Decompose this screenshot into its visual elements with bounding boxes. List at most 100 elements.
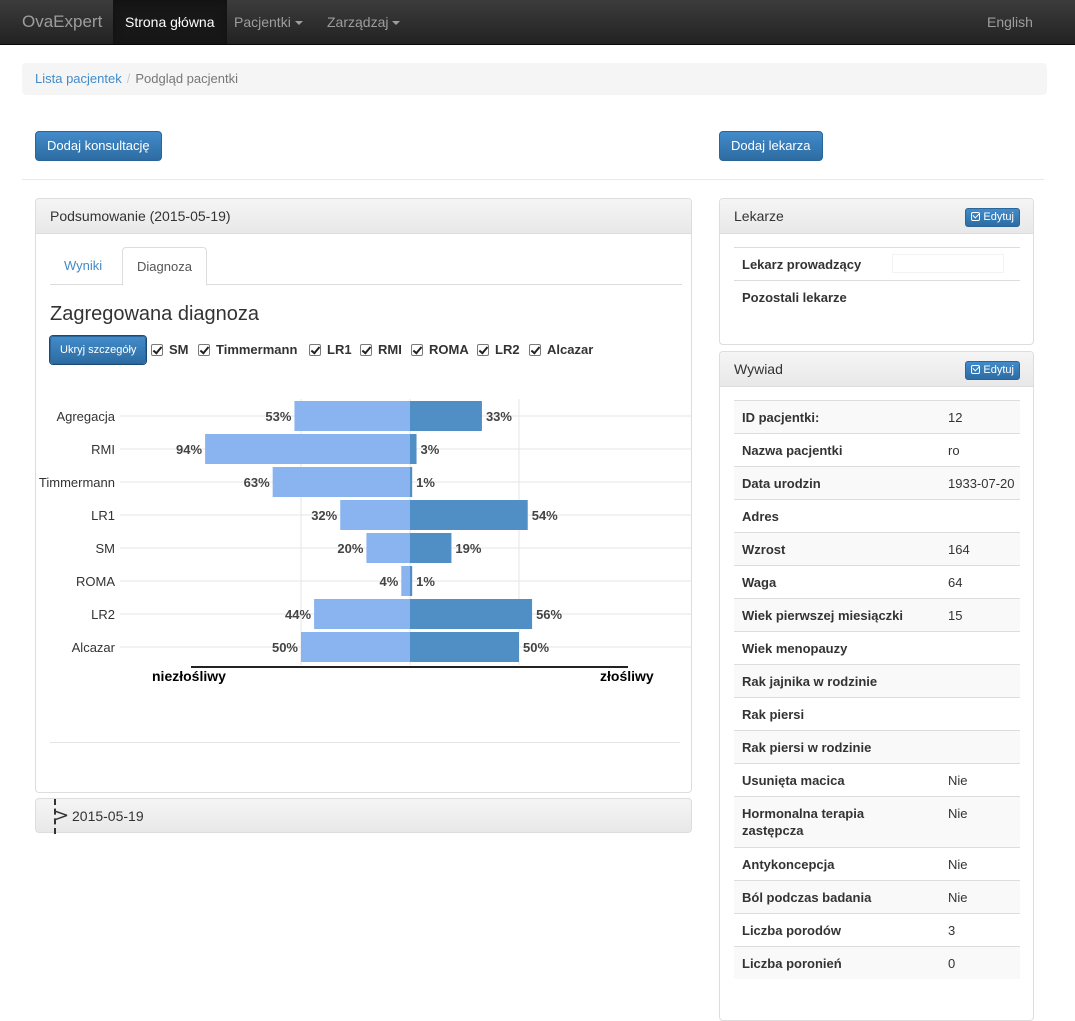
edit-icon: [971, 212, 981, 221]
bar-benign: [205, 434, 410, 464]
interview-row-key: Rak piersi w rodzinie: [742, 740, 872, 755]
axis-label-malignant: złośliwy: [600, 668, 654, 684]
doctors-panel: Lekarze Edytuj Lekarz prowadzący Pozosta…: [719, 198, 1034, 345]
language-switch[interactable]: English: [975, 0, 1045, 44]
lead-doctor-value: [892, 254, 1004, 273]
add-doctor-button[interactable]: Dodaj lekarza: [719, 131, 823, 161]
consultation-history-item[interactable]: > 2015-05-19: [35, 798, 692, 834]
interview-row-key: Rak piersi: [742, 707, 805, 722]
doctor-row-key: Pozostali lekarze: [742, 290, 847, 305]
add-consultation-button[interactable]: Dodaj konsultację: [35, 131, 162, 161]
data-label-malignant: 33%: [486, 409, 512, 424]
interview-row: Ból podczas badania Nie: [734, 880, 1020, 913]
interview-row: Liczba poronień 0: [734, 946, 1020, 979]
bar-benign: [401, 566, 410, 596]
nav-patients-dropdown[interactable]: Pacjentki: [222, 0, 315, 44]
consultation-date: 2015-05-19: [72, 808, 144, 824]
interview-row: Usunięta macica Nie: [734, 763, 1020, 796]
interview-row-value: 64: [948, 575, 963, 590]
interview-row: Wzrost 164: [734, 532, 1020, 565]
interview-row-value: Nie: [948, 857, 968, 872]
data-label-benign: 20%: [337, 541, 363, 556]
edit-interview-button[interactable]: Edytuj: [965, 361, 1020, 380]
bar-benign: [366, 533, 410, 563]
data-label-benign: 63%: [244, 475, 270, 490]
interview-row: Wiek menopauzy: [734, 631, 1020, 664]
interview-row: Wiek pierwszej miesiączki 15: [734, 598, 1020, 631]
doctor-row-key: Lekarz prowadzący: [742, 257, 862, 272]
axis-label-benign: niezłośliwy: [152, 668, 226, 684]
interview-row-value: ro: [948, 443, 960, 458]
data-label-benign: 4%: [379, 574, 398, 589]
category-label: SM: [96, 541, 116, 556]
diagnosis-chart: Agregacja 53% 33% RMI 94% 3% Timmermann 63% 1% LR…: [39, 399, 691, 684]
interview-heading: Wywiad Edytuj: [720, 352, 1033, 387]
nav-home[interactable]: Strona główna: [113, 0, 227, 44]
interview-row-key: Hormonalna terapia zastępcza: [742, 806, 865, 838]
data-label-malignant: 19%: [455, 541, 481, 556]
interview-row-value: Nie: [948, 890, 968, 905]
data-label-malignant: 3%: [421, 442, 440, 457]
interview-row-key: Antykoncepcja: [742, 857, 835, 872]
interview-row: Hormonalna terapia zastępcza Nie: [734, 796, 1020, 847]
caret-down-icon: [392, 21, 401, 26]
interview-row-key: Liczba poronień: [742, 956, 842, 971]
doctors-heading: Lekarze Edytuj: [720, 199, 1033, 234]
category-label: ROMA: [76, 574, 115, 589]
interview-row: Rak piersi w rodzinie: [734, 730, 1020, 763]
interview-row-value: 1933-07-20: [948, 476, 1015, 491]
bar-malignant: [410, 566, 413, 596]
top-navbar: OvaExpert Strona główna Pacjentki Zarząd…: [0, 0, 1075, 45]
edit-interview-label: Edytuj: [983, 364, 1014, 376]
data-label-malignant: 56%: [536, 607, 562, 622]
interview-row: Rak jajnika w rodzinie: [734, 664, 1020, 697]
bar-benign: [294, 401, 410, 431]
category-label: Agregacja: [56, 409, 115, 424]
interview-row-key: Rak jajnika w rodzinie: [742, 674, 878, 689]
data-label-malignant: 54%: [532, 508, 558, 523]
interview-row-value: 3: [948, 923, 956, 938]
data-label-malignant: 1%: [416, 574, 435, 589]
doctor-row-lead: Lekarz prowadzący: [734, 247, 1020, 280]
caret-down-icon: [294, 21, 303, 26]
edit-icon: [971, 365, 981, 374]
bar-malignant: [410, 632, 519, 662]
interview-row-key: Wzrost: [742, 542, 786, 557]
category-label: Alcazar: [72, 640, 116, 655]
interview-row-key: Ból podczas badania: [742, 890, 872, 905]
nav-manage-dropdown[interactable]: Zarządzaj: [315, 0, 412, 44]
bar-benign: [301, 632, 410, 662]
bar-malignant: [410, 434, 417, 464]
interview-row: Adres: [734, 499, 1020, 532]
bar-malignant: [410, 533, 452, 563]
data-label-benign: 32%: [311, 508, 337, 523]
breadcrumb-current: Podgląd pacjentki: [135, 71, 238, 86]
interview-row: Waga 64: [734, 565, 1020, 598]
interview-row-key: ID pacjentki:: [742, 410, 820, 425]
brand-logo[interactable]: OvaExpert: [22, 12, 102, 32]
doctor-row-others: Pozostali lekarze: [734, 280, 1020, 313]
interview-row: Antykoncepcja Nie: [734, 847, 1020, 880]
bar-malignant: [410, 467, 413, 497]
category-label: LR1: [91, 508, 115, 523]
interview-row-key: Waga: [742, 575, 777, 590]
interview-row-key: Nazwa pacjentki: [742, 443, 843, 458]
bar-malignant: [410, 401, 482, 431]
interview-heading-title: Wywiad: [734, 361, 783, 377]
data-label-benign: 50%: [272, 640, 298, 655]
interview-row: ID pacjentki: 12: [734, 400, 1020, 433]
breadcrumb-patient-list[interactable]: Lista pacjentek: [35, 71, 122, 86]
edit-doctors-button[interactable]: Edytuj: [965, 208, 1020, 227]
interview-row-key: Adres: [742, 509, 779, 524]
nav-patients-label: Pacjentki: [234, 14, 291, 30]
interview-row: Nazwa pacjentki ro: [734, 433, 1020, 466]
interview-row-key: Wiek pierwszej miesiączki: [742, 608, 904, 623]
category-label: Timmermann: [39, 475, 115, 490]
interview-row-value: Nie: [948, 806, 968, 821]
summary-panel: Podsumowanie (2015-05-19) Wyniki Diagnoz…: [35, 198, 692, 793]
category-label: LR2: [91, 607, 115, 622]
data-label-malignant: 1%: [416, 475, 435, 490]
bar-malignant: [410, 599, 533, 629]
data-label-malignant: 50%: [523, 640, 549, 655]
data-label-benign: 94%: [176, 442, 202, 457]
